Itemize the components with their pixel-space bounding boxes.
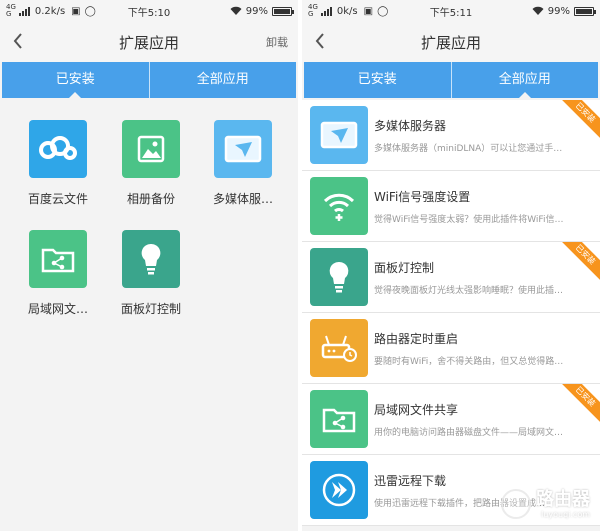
- paper-plane-screen-icon: [310, 106, 368, 164]
- back-button[interactable]: [302, 22, 338, 62]
- installed-app-media-server[interactable]: 多媒体服…: [203, 120, 283, 207]
- tab-bar: 已安装 全部应用: [2, 62, 296, 98]
- installed-app-photo-backup[interactable]: 相册备份: [111, 120, 191, 207]
- installed-app-panel-light[interactable]: 面板灯控制: [111, 230, 191, 317]
- image-notification-icon: ▣: [71, 5, 81, 17]
- network-speed: 0k/s: [336, 5, 358, 17]
- installed-grid: 百度云文件 相册备份 多媒体服… 局域网文… 面板灯控制: [0, 98, 298, 316]
- tab-installed[interactable]: 已安装: [2, 62, 149, 98]
- app-description: 多媒体服务器（miniDLNA）可以让您通过手…: [374, 143, 563, 154]
- watermark-text: 路由器: [536, 488, 590, 510]
- light-bulb-icon: [310, 248, 368, 306]
- all-apps-screen: 4G G 0k/s ▣ ◯ 下午5:11 99% 扩展应用 已安装 全部应用 多媒…: [302, 0, 600, 531]
- chevron-left-icon: [13, 33, 22, 49]
- signal-icon: [320, 6, 332, 16]
- qq-notification-icon: ◯: [84, 5, 96, 17]
- list-item-lan-share[interactable]: 局域网文件共享 用你的电脑访问路由器磁盘文件——局域网文… 已安装: [302, 384, 600, 455]
- baidu-cloud-icon: [29, 120, 87, 178]
- app-bar: 扩展应用 卸载: [0, 22, 298, 62]
- list-item-router-reboot[interactable]: 路由器定时重启 要随时有WiFi，舍不得关路由，但又总觉得路…: [302, 313, 600, 384]
- battery-icon: [272, 6, 294, 16]
- app-title: 迅雷远程下载: [374, 473, 447, 488]
- page-title: 扩展应用: [420, 33, 481, 52]
- app-title: WiFi信号强度设置: [374, 189, 471, 204]
- list-item-wifi-strength[interactable]: WiFi信号强度设置 觉得WiFi信号强度太弱？使用此插件将WiFi信…: [302, 171, 600, 242]
- wifi-plus-icon: [310, 177, 368, 235]
- list-item-panel-light[interactable]: 面板灯控制 觉得夜晚面板灯光线太强影响睡眠？使用此插… 已安装: [302, 242, 600, 313]
- paper-plane-screen-icon: [214, 120, 272, 178]
- wifi-status-icon: [532, 6, 544, 15]
- battery-icon: [574, 6, 596, 16]
- app-description: 觉得WiFi信号强度太弱？使用此插件将WiFi信…: [374, 214, 564, 225]
- app-label: 面板灯控制: [120, 302, 181, 316]
- qq-notification-icon: ◯: [377, 5, 389, 17]
- app-bar: 扩展应用: [302, 22, 600, 62]
- router-clock-icon: [310, 319, 368, 377]
- back-button[interactable]: [0, 22, 36, 62]
- app-title: 路由器定时重启: [374, 331, 459, 346]
- status-bar: 4G G 0k/s ▣ ◯ 下午5:11 99%: [302, 0, 600, 22]
- xunlei-arrow-icon: [310, 461, 368, 519]
- tab-all-apps[interactable]: 全部应用: [450, 62, 599, 98]
- app-title: 面板灯控制: [374, 260, 435, 275]
- app-description: 要随时有WiFi，舍不得关路由，但又总觉得路…: [374, 356, 564, 367]
- photo-album-icon: [122, 120, 180, 178]
- share-folder-icon: [310, 390, 368, 448]
- watermark-url: luyouqi.com: [541, 509, 590, 519]
- battery-percent: 99%: [245, 5, 268, 17]
- signal-icon: [18, 6, 30, 16]
- network-speed: 0.2k/s: [34, 5, 66, 17]
- watermark: 路由器 luyouqi.com: [501, 489, 590, 519]
- installed-app-baidu-cloud[interactable]: 百度云文件: [18, 120, 98, 207]
- network-type: 4G G: [308, 3, 318, 18]
- app-list: 多媒体服务器 多媒体服务器（miniDLNA）可以让您通过手… 已安装 WiFi…: [302, 100, 600, 526]
- battery-percent: 99%: [547, 5, 570, 17]
- tab-installed[interactable]: 已安装: [304, 62, 451, 98]
- wifi-status-icon: [230, 6, 242, 15]
- app-title: 局域网文件共享: [374, 402, 459, 417]
- network-type: 4G G: [6, 3, 16, 18]
- share-folder-icon: [29, 230, 87, 288]
- tab-bar: 已安装 全部应用: [304, 62, 598, 98]
- watermark-logo-icon: [501, 489, 531, 519]
- light-bulb-icon: [122, 230, 180, 288]
- app-description: 觉得夜晚面板灯光线太强影响睡眠？使用此插…: [374, 285, 564, 296]
- app-label: 相册备份: [126, 192, 175, 206]
- app-description: 用你的电脑访问路由器磁盘文件——局域网文…: [374, 427, 564, 438]
- list-item-media-server[interactable]: 多媒体服务器 多媒体服务器（miniDLNA）可以让您通过手… 已安装: [302, 100, 600, 171]
- status-bar: 4G G 0.2k/s ▣ ◯ 下午5:10 99%: [0, 0, 298, 22]
- page-title: 扩展应用: [118, 33, 179, 52]
- app-label: 百度云文件: [27, 192, 88, 206]
- image-notification-icon: ▣: [363, 5, 374, 17]
- uninstall-button[interactable]: 卸载: [266, 34, 288, 50]
- chevron-left-icon: [315, 33, 324, 49]
- app-label: 局域网文…: [27, 302, 88, 316]
- app-label: 多媒体服…: [212, 192, 273, 206]
- installed-app-lan-share[interactable]: 局域网文…: [18, 230, 98, 317]
- app-title: 多媒体服务器: [374, 118, 447, 133]
- tab-all-apps[interactable]: 全部应用: [148, 62, 297, 98]
- installed-screen: 4G G 0.2k/s ▣ ◯ 下午5:10 99% 扩展应用 卸载 已安装 全部…: [0, 0, 298, 531]
